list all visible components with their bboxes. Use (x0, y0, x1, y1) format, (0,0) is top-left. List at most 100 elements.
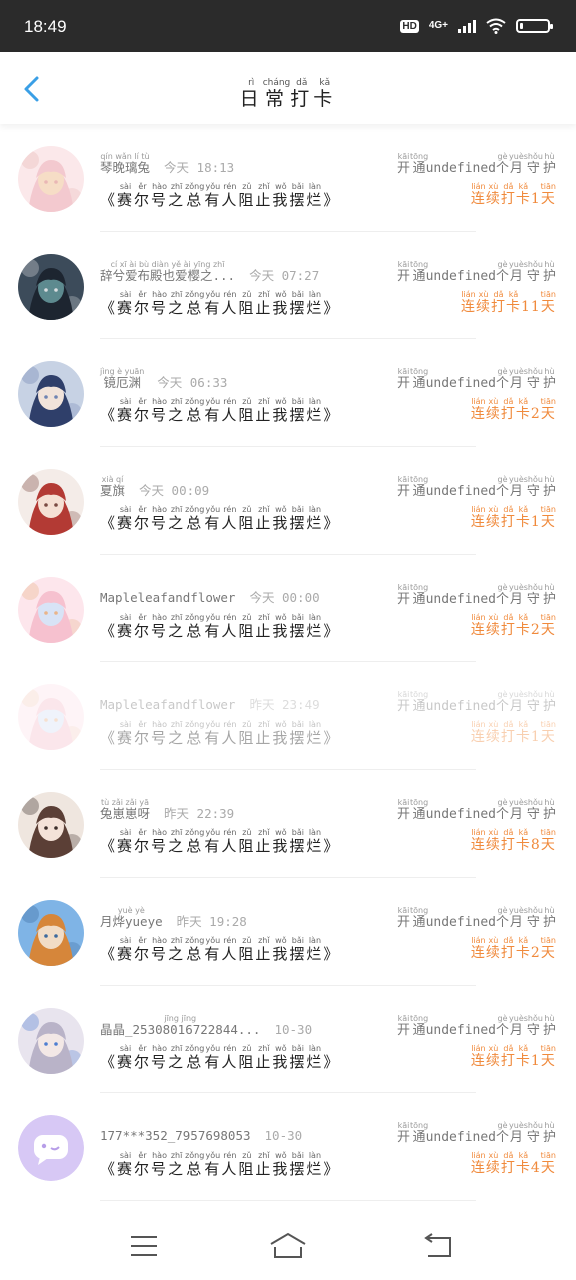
guard-char: 开kāi (396, 367, 410, 392)
guard-char: 通tōng (409, 582, 429, 607)
avatar[interactable] (18, 469, 84, 536)
streak-char: 连lián (470, 182, 486, 207)
message-char: 《 (100, 729, 118, 748)
list-item[interactable]: 177***352_7957698053 10-30 《 赛sài尔ěr号hào之… (0, 1093, 576, 1201)
message-char: 《 (100, 621, 118, 640)
message-char: 有yǒu (204, 505, 222, 533)
message-char: 《 (100, 191, 118, 209)
guard-months: undefined (425, 376, 497, 392)
message-char: 尔ěr (134, 612, 152, 640)
streak-char: 打dǎ (500, 182, 516, 207)
avatar[interactable] (18, 684, 84, 751)
guard-status: 开kāi通tōngundefined个gè月yuè守shǒu护hù (397, 475, 556, 499)
list-item[interactable]: 辞兮爱布殿也爱樱之...cí xī ài bù diàn yě ài yīng … (0, 232, 576, 340)
user-name: 月烨yueyeyuè yè (100, 905, 163, 929)
streak-char: 打dǎ (500, 720, 516, 746)
home-icon[interactable] (268, 1230, 308, 1262)
checkin-message: 《 赛sài尔ěr号hào之zhī总zǒng有yǒu人rén阻zǔ止zhǐ我wǒ… (100, 290, 340, 318)
message-char: 人rén (221, 612, 239, 640)
message-char: 摆bǎi (289, 289, 307, 317)
avatar-image (18, 684, 84, 751)
list-item[interactable]: Mapleleafandflower 今天 00:00 《 赛sài尔ěr号hào… (0, 555, 576, 663)
streak-char: 天tiān (540, 612, 556, 638)
guard-months: undefined (425, 268, 497, 284)
message-char: 赛sài (117, 397, 135, 425)
checkin-message: 《 赛sài尔ěr号hào之zhī总zǒng有yǒu人rén阻zǔ止zhǐ我wǒ… (100, 397, 340, 425)
checkin-message: 《 赛sài尔ěr号hào之zhī总zǒng有yǒu人rén阻zǔ止zhǐ我wǒ… (100, 720, 340, 748)
guard-months: undefined (425, 591, 497, 607)
guard-char: 守shǒu (523, 798, 543, 823)
guard-char: 通tōng (409, 367, 429, 392)
user-info: 177***352_7957698053 10-30 (100, 1121, 302, 1143)
guard-char: 守shǒu (523, 367, 543, 392)
page-header: 日rì常cháng打dǎ卡kǎ (0, 52, 576, 124)
message-char: 《 (100, 1160, 118, 1179)
list-item[interactable]: Mapleleafandflower 昨天 23:49 《 赛sài尔ěr号hào… (0, 662, 576, 771)
message-char: 总zǒng (185, 1043, 205, 1071)
streak-days: 1 (530, 729, 541, 746)
streak-char: 卡kǎ (515, 935, 531, 961)
guard-char: 通tōng (409, 1121, 429, 1146)
guard-char: 护hù (542, 152, 556, 176)
message-char: 摆bǎi (289, 612, 307, 640)
guard-char: 守shǒu (523, 1013, 543, 1038)
user-info: 夏旗xià qí 今天 00:09 (100, 475, 209, 499)
list-item[interactable]: 月烨yueyeyuè yè 昨天 19:28 《 赛sài尔ěr号hào之zhī总z… (0, 878, 576, 986)
avatar[interactable] (18, 1007, 84, 1074)
message-char: 总zǒng (185, 935, 205, 963)
message-char: 有yǒu (204, 1043, 222, 1071)
avatar[interactable] (18, 1115, 84, 1182)
streak-char: 卡kǎ (515, 720, 531, 746)
message-char: 摆bǎi (289, 1151, 307, 1179)
menu-icon[interactable] (124, 1230, 164, 1262)
guard-months: undefined (425, 699, 497, 715)
list-item[interactable]: 晶晶_25308016722844...jīng jīng 10-30 《 赛sài… (0, 986, 576, 1094)
streak-char: 卡kǎ (515, 828, 531, 854)
streak-count: 连lián续xù打dǎ卡kǎ2天tiān (471, 613, 556, 639)
message-char: 之zhī (168, 1043, 186, 1071)
message-char: 止zhǐ (255, 289, 273, 317)
avatar[interactable] (18, 253, 84, 320)
streak-char: 卡kǎ (515, 1151, 531, 1177)
streak-char: 天tiān (540, 720, 556, 746)
message-char: 人rén (221, 720, 239, 748)
return-icon[interactable] (418, 1230, 458, 1262)
list-item[interactable]: 琴晚璃兔qín wǎn lí tù 今天 18:13 《 赛sài尔ěr号hào之z… (0, 124, 576, 232)
avatar[interactable] (18, 899, 84, 966)
message-char: 人rén (221, 505, 239, 533)
guard-char: 护hù (542, 582, 556, 607)
avatar[interactable] (18, 361, 84, 428)
streak-char: 连lián (470, 828, 486, 854)
streak-char: 卡kǎ (506, 289, 521, 315)
user-name: 辞兮爱布殿也爱樱之...cí xī ài bù diàn yě ài yīng … (100, 259, 236, 283)
message-char: 赛sài (117, 1043, 135, 1071)
streak-char: 续xù (485, 397, 501, 423)
avatar[interactable] (18, 146, 84, 212)
list-item[interactable]: 镜厄渊jìng è yuān 今天 06:33 《 赛sài尔ěr号hào之zhī总… (0, 339, 576, 448)
message-char: 烂làn (306, 612, 324, 640)
message-char: 之zhī (168, 935, 186, 963)
streak-char: 打dǎ (500, 1151, 516, 1177)
streak-char: 续xù (485, 720, 501, 746)
guard-status: 开kāi通tōngundefined个gè月yuè守shǒu护hù (397, 1014, 556, 1038)
list-item[interactable]: 兔崽崽呀tù zǎi zǎi yā 昨天 22:39 《 赛sài尔ěr号hào之z… (0, 770, 576, 878)
message-char: 我wǒ (272, 720, 290, 748)
message-char: 阻zǔ (238, 935, 256, 963)
title-char: 常cháng (262, 78, 291, 110)
streak-days: 2 (530, 406, 541, 423)
list-item[interactable]: 夏旗xià qí 今天 00:09 《 赛sài尔ěr号hào之zhī总zǒng有y… (0, 447, 576, 555)
message-char: 烂làn (306, 1151, 324, 1179)
guard-char: 月yuè (509, 798, 524, 823)
avatar[interactable] (18, 576, 84, 643)
streak-char: 续xù (485, 1043, 501, 1069)
avatar[interactable] (18, 792, 84, 859)
guard-char: 开kāi (396, 475, 410, 500)
streak-days: 11 (521, 298, 541, 315)
checkin-time: 今天 07:27 (249, 267, 320, 283)
message-char: 《 (100, 837, 118, 856)
message-char: 》 (323, 514, 341, 533)
guard-char: 护hù (542, 367, 556, 392)
streak-count: 连lián续xù打dǎ卡kǎ11天tiān (461, 290, 556, 316)
streak-count: 连lián续xù打dǎ卡kǎ1天tiān (471, 505, 556, 531)
user-name: 琴晚璃兔qín wǎn lí tù (100, 152, 151, 175)
